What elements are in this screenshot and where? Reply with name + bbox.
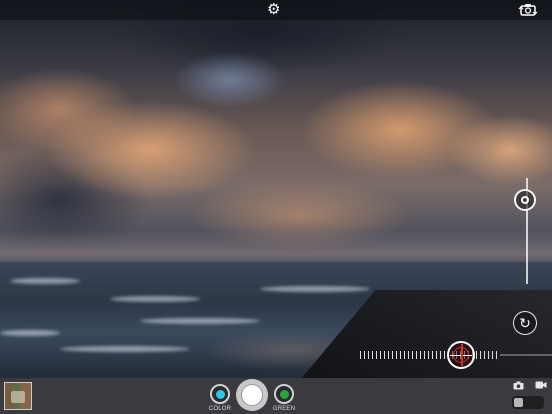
- zoom-slider-knob[interactable]: [514, 188, 536, 211]
- camera-rotate-icon[interactable]: [518, 2, 538, 20]
- shutter-button[interactable]: [236, 379, 268, 411]
- exposure-knob-crosshair-v: [461, 344, 464, 366]
- sky-backdrop: [0, 0, 552, 265]
- wave: [0, 330, 60, 336]
- video-camera-icon-svg: [535, 381, 547, 389]
- green-filter-button[interactable]: [274, 384, 294, 404]
- gallery-thumbnail[interactable]: [4, 382, 32, 410]
- video-camera-icon[interactable]: [535, 381, 547, 392]
- shutter-icon: [241, 384, 263, 406]
- green-filter-label: GREEN: [272, 406, 296, 412]
- camera-icon[interactable]: [513, 381, 524, 393]
- color-filter-button[interactable]: [210, 384, 230, 404]
- bottom-toolbar: COLOR GREEN: [0, 378, 552, 414]
- wave: [60, 346, 190, 352]
- exposure-ruler-line: [500, 354, 552, 356]
- color-filter-label: COLOR: [208, 406, 232, 412]
- viewfinder[interactable]: [0, 0, 552, 378]
- top-bar: ⚙: [0, 0, 552, 20]
- rotate-icon: ↻: [519, 314, 531, 331]
- camera-screen: ⚙ ↻ COLOR GREEN: [0, 0, 552, 414]
- gear-icon[interactable]: ⚙: [267, 2, 280, 18]
- green-filter-swatch: [279, 389, 289, 399]
- wave: [110, 296, 200, 302]
- mode-toggle-knob: [514, 398, 523, 407]
- camera-icon-svg: [513, 381, 524, 390]
- wave: [10, 278, 80, 284]
- exposure-ruler[interactable]: [360, 351, 498, 359]
- color-filter-swatch: [215, 389, 225, 399]
- wave: [140, 318, 260, 324]
- rotate-reset-button[interactable]: ↻: [513, 311, 537, 335]
- photo-video-toggle[interactable]: [512, 396, 544, 409]
- wave: [260, 286, 370, 292]
- camera-rotate-icon-svg: [518, 4, 538, 16]
